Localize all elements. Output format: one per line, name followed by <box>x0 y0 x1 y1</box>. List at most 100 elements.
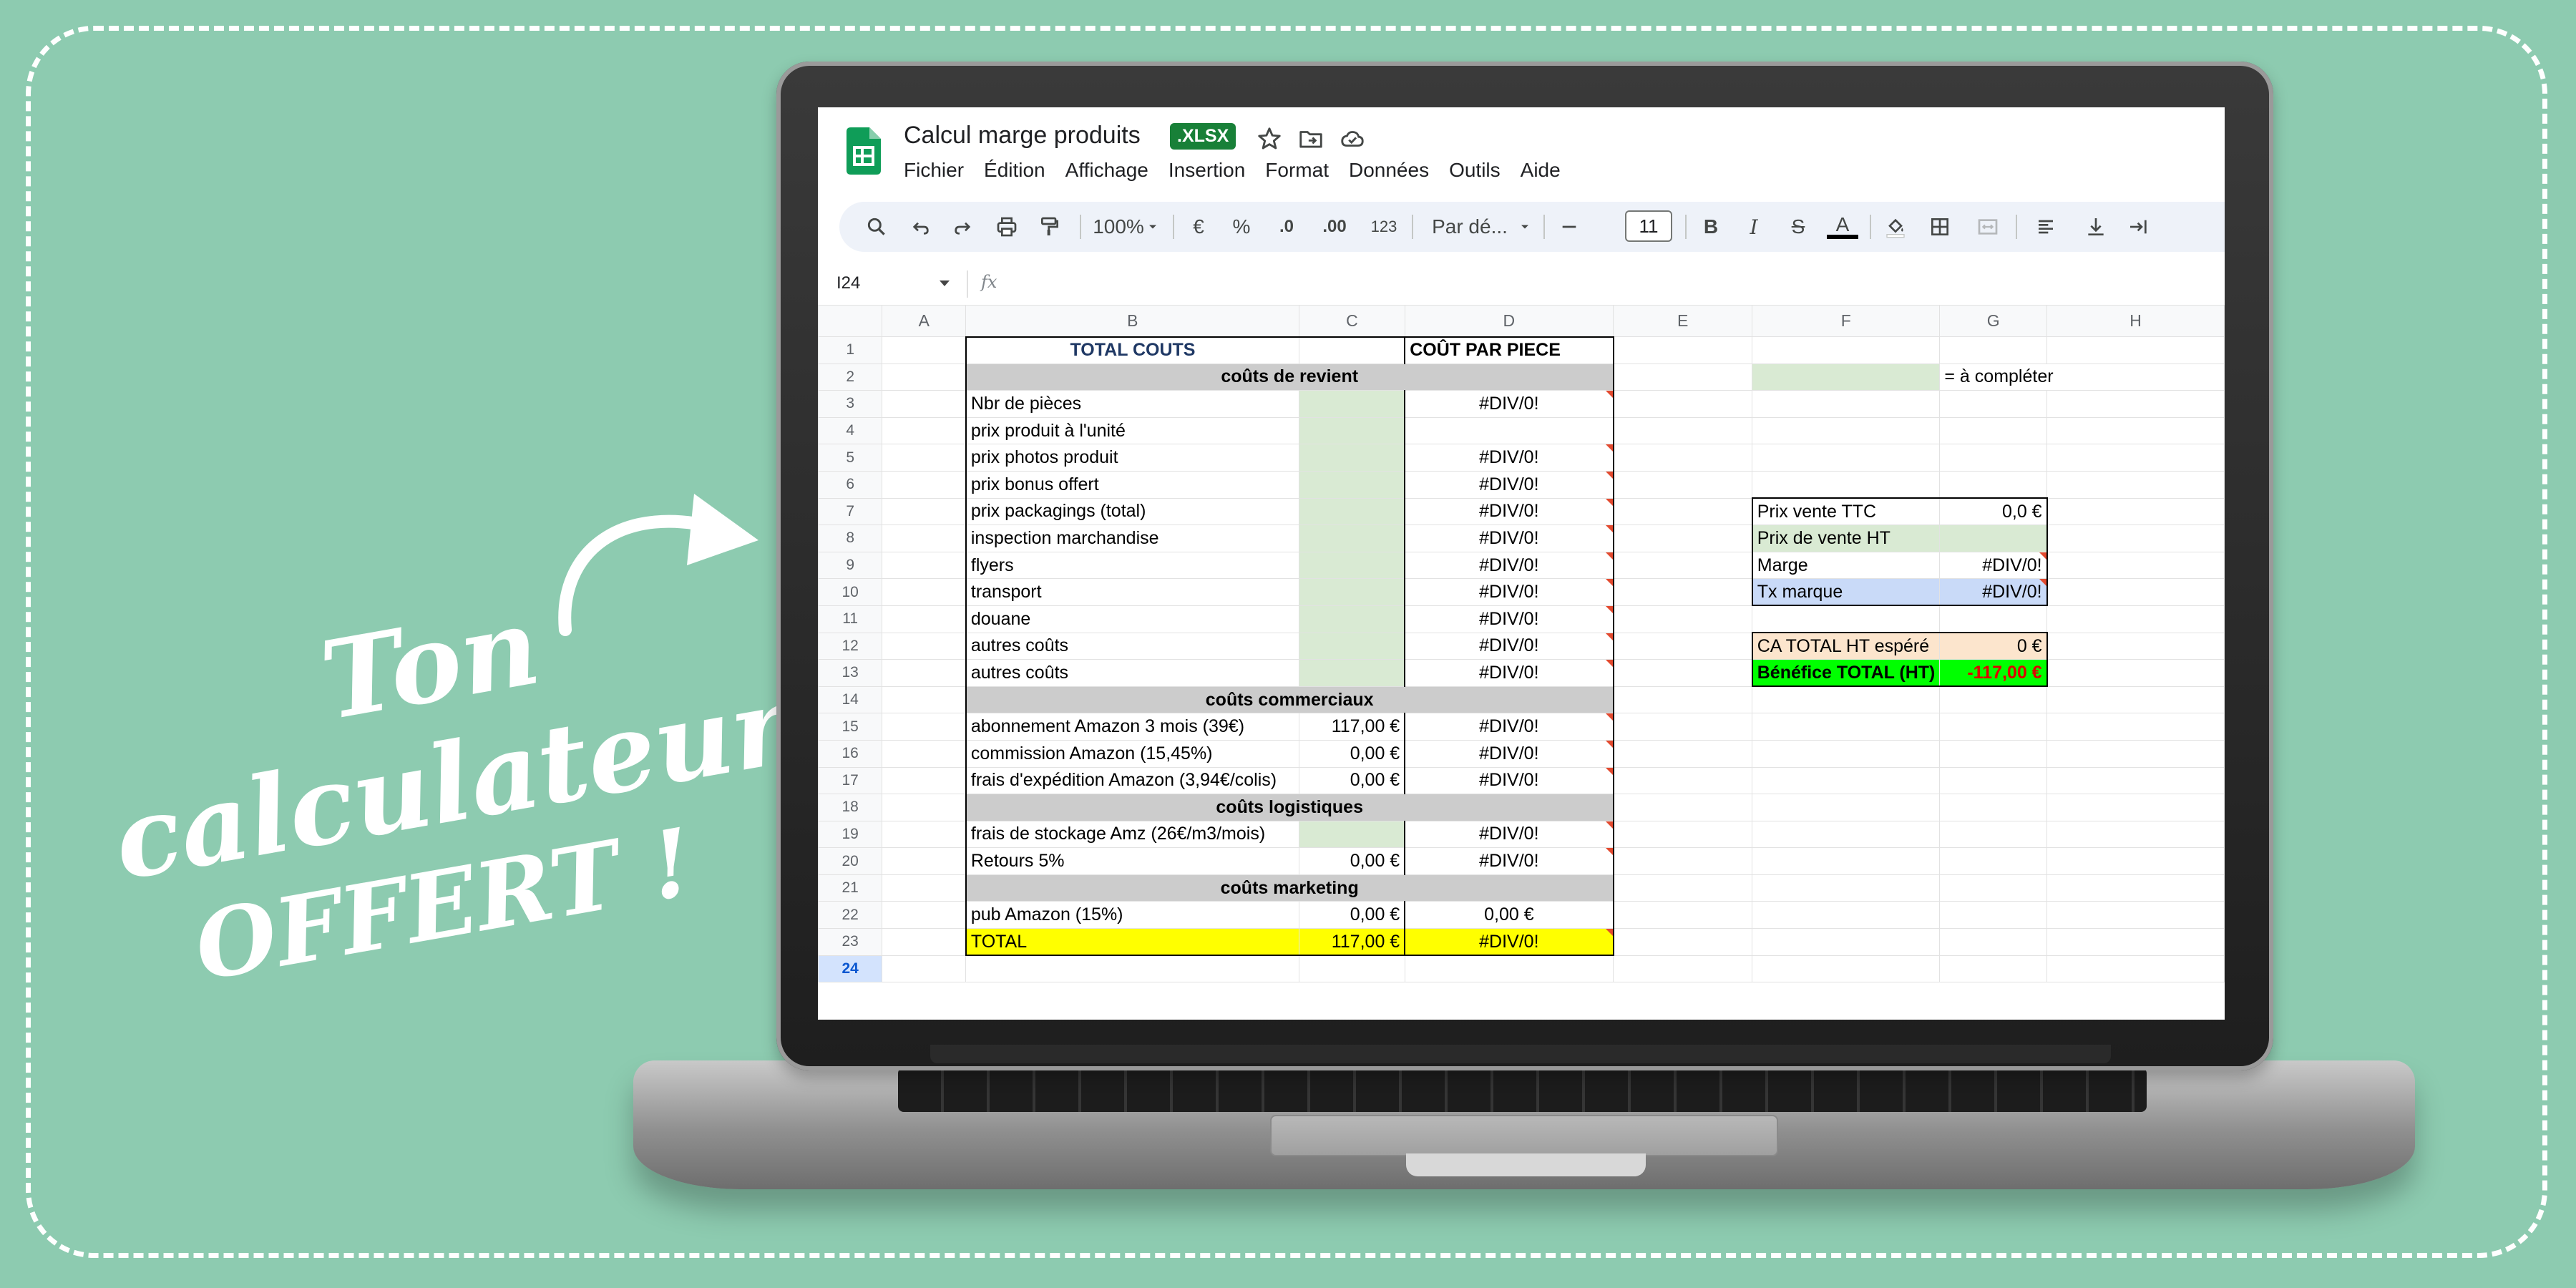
row-header[interactable]: 16 <box>818 739 883 768</box>
cell[interactable] <box>1752 336 1941 364</box>
row-header[interactable]: 5 <box>818 444 883 472</box>
menu-outils[interactable]: Outils <box>1449 159 1501 182</box>
cell[interactable] <box>2046 686 2225 714</box>
cell[interactable] <box>2046 390 2225 418</box>
cell[interactable] <box>2046 470 2225 499</box>
sheet-table[interactable]: A B C D E F G H 1 TOTAL COUTS COÛT PAR P… <box>818 305 2225 983</box>
row-header[interactable]: 22 <box>818 901 883 930</box>
increase-decimals-button[interactable]: .00 <box>1313 202 1356 252</box>
cell[interactable] <box>1752 444 1941 472</box>
item-label[interactable]: frais de stockage Amz (26€/m3/mois) <box>965 820 1300 849</box>
cell[interactable] <box>1612 820 1753 849</box>
cell[interactable] <box>1752 901 1941 930</box>
search-menus-icon[interactable] <box>861 202 892 252</box>
item-total[interactable] <box>1299 551 1405 580</box>
percent-format-button[interactable]: % <box>1226 202 1257 252</box>
cell[interactable] <box>2046 497 2225 526</box>
cell[interactable] <box>1612 713 1753 741</box>
cell[interactable] <box>2046 551 2225 580</box>
cell[interactable] <box>1612 955 1753 983</box>
section-couts-commerciaux[interactable]: coûts commerciaux <box>965 686 1614 714</box>
cell[interactable] <box>1939 739 2048 768</box>
cell[interactable] <box>1939 820 2048 849</box>
fill-color-icon[interactable] <box>1880 202 1911 252</box>
item-label[interactable]: pub Amazon (15%) <box>965 901 1300 930</box>
item-total[interactable] <box>1299 820 1405 849</box>
currency-format-button[interactable]: € <box>1183 202 1214 252</box>
item-total[interactable]: 0,00 € <box>1299 739 1405 768</box>
item-label[interactable]: abonnement Amazon 3 mois (39€) <box>965 713 1300 741</box>
column-header[interactable]: A <box>882 305 967 337</box>
cell[interactable] <box>1939 605 2048 633</box>
cell[interactable] <box>1612 928 1753 956</box>
cell[interactable] <box>2046 901 2225 930</box>
item-label[interactable]: prix photos produit <box>965 444 1300 472</box>
row-header[interactable]: 7 <box>818 497 883 526</box>
row-header[interactable]: 14 <box>818 686 883 714</box>
item-label[interactable]: flyers <box>965 551 1300 580</box>
cell[interactable] <box>1939 416 2048 445</box>
cell[interactable] <box>882 605 967 633</box>
cell[interactable] <box>1612 659 1753 687</box>
item-total[interactable]: 0,00 € <box>1299 766 1405 795</box>
menu-donnees[interactable]: Données <box>1349 159 1429 182</box>
cell[interactable] <box>882 525 967 552</box>
cell[interactable] <box>1939 766 2048 795</box>
cell[interactable] <box>1612 551 1753 580</box>
cell[interactable] <box>1752 794 1941 821</box>
cell[interactable] <box>1939 336 2048 364</box>
undo-icon[interactable] <box>905 202 937 252</box>
cell[interactable] <box>1752 955 1941 983</box>
cell[interactable] <box>882 794 967 821</box>
item-label[interactable]: autres coûts <box>965 659 1300 687</box>
cell[interactable] <box>882 686 967 714</box>
item-total[interactable]: 0,00 € <box>1299 847 1405 875</box>
redo-icon[interactable] <box>947 202 978 252</box>
prix-ttc-value[interactable]: 0,0 € <box>1939 497 2048 526</box>
cell[interactable] <box>1939 928 2048 956</box>
cell[interactable] <box>882 578 967 606</box>
item-label[interactable]: frais d'expédition Amazon (3,94€/colis) <box>965 766 1300 795</box>
row-header[interactable]: 2 <box>818 363 883 391</box>
cell[interactable] <box>1752 470 1941 499</box>
cell[interactable] <box>882 766 967 795</box>
row-header[interactable]: 12 <box>818 632 883 660</box>
cell[interactable] <box>1752 390 1941 418</box>
cell[interactable] <box>2046 416 2225 445</box>
cell[interactable] <box>1752 874 1941 902</box>
cell[interactable] <box>882 847 967 875</box>
borders-icon[interactable] <box>1924 202 1956 252</box>
cell[interactable] <box>2046 874 2225 902</box>
cell[interactable] <box>1752 713 1941 741</box>
menu-format[interactable]: Format <box>1265 159 1329 182</box>
name-box[interactable]: I24 <box>836 273 860 293</box>
cell[interactable] <box>1612 336 1753 364</box>
column-header[interactable]: H <box>2046 305 2225 337</box>
name-box-chevron-down-icon[interactable] <box>940 280 950 286</box>
cell[interactable] <box>1612 416 1753 445</box>
cell[interactable] <box>882 497 967 526</box>
cell[interactable] <box>1752 686 1941 714</box>
item-total[interactable] <box>1299 659 1405 687</box>
row-header[interactable]: 15 <box>818 713 883 741</box>
column-header[interactable]: D <box>1404 305 1614 337</box>
column-header[interactable]: C <box>1299 305 1405 337</box>
cell[interactable] <box>1612 497 1753 526</box>
strikethrough-button[interactable]: S <box>1782 202 1814 252</box>
cell[interactable] <box>2046 739 2225 768</box>
cell[interactable] <box>882 551 967 580</box>
menu-aide[interactable]: Aide <box>1521 159 1561 182</box>
cell[interactable] <box>882 444 967 472</box>
prix-ttc-label[interactable]: Prix vente TTC <box>1751 497 1941 526</box>
cell[interactable] <box>2046 766 2225 795</box>
marge-value[interactable]: #DIV/0! <box>1939 551 2048 580</box>
cell[interactable] <box>2046 444 2225 472</box>
cell[interactable] <box>1939 794 2048 821</box>
bold-button[interactable]: B <box>1695 202 1727 252</box>
decrease-decimals-button[interactable]: .0 <box>1269 202 1304 252</box>
cell[interactable] <box>1612 874 1753 902</box>
cell[interactable] <box>1939 686 2048 714</box>
merge-cells-icon[interactable] <box>1968 202 2007 252</box>
cell[interactable] <box>2046 659 2225 687</box>
item-label[interactable]: prix packagings (total) <box>965 497 1300 526</box>
